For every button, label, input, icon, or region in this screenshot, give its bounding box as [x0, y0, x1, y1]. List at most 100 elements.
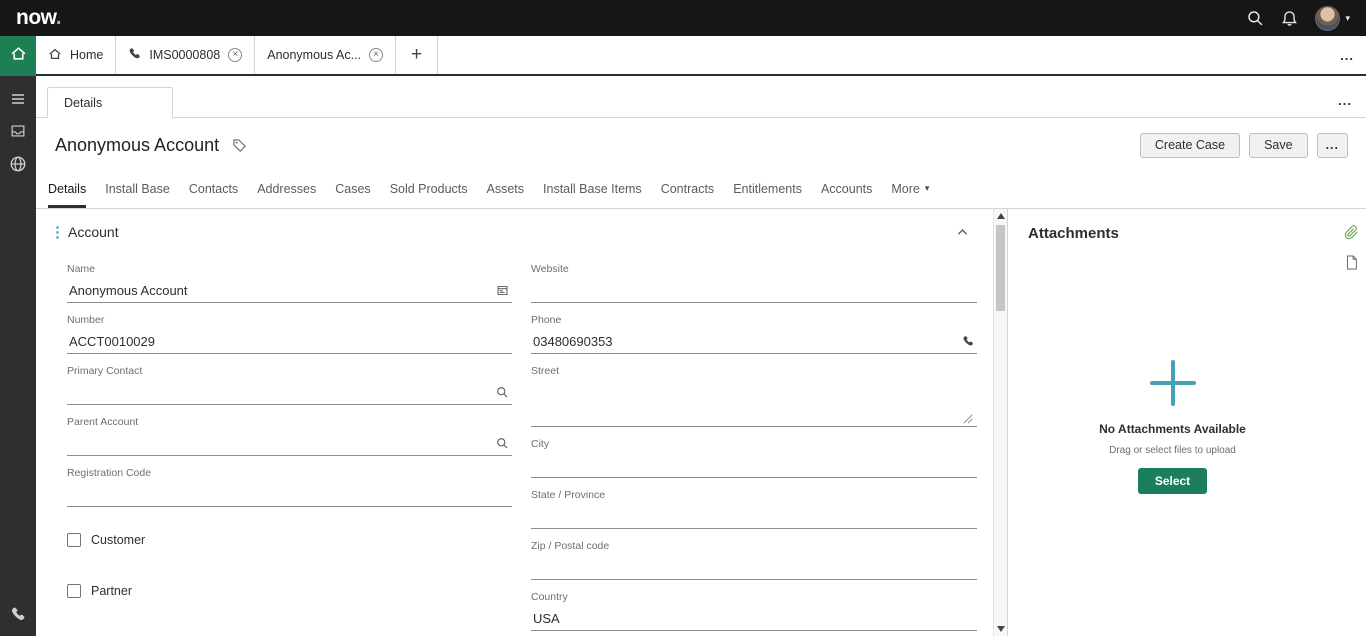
tab-label: Home	[70, 48, 103, 62]
checkbox-icon[interactable]	[67, 584, 81, 598]
tab-accounts[interactable]: Accounts	[821, 172, 872, 208]
customer-checkbox[interactable]: Customer	[67, 533, 512, 547]
form-grid: Name Anonymous Account Number	[50, 257, 983, 636]
state-province-input[interactable]	[531, 504, 977, 529]
checkbox-group: Customer Partner	[67, 533, 512, 598]
record-preview-icon[interactable]	[496, 284, 509, 297]
avatar[interactable]	[1315, 6, 1340, 31]
record-nav-tabs: Details Install Base Contacts Addresses …	[36, 172, 1366, 209]
tab-assets[interactable]: Assets	[487, 172, 525, 208]
page-title: Anonymous Account	[55, 135, 219, 156]
field-street: Street	[531, 359, 977, 432]
tab-contacts[interactable]: Contacts	[189, 172, 238, 208]
notifications-bell-icon[interactable]	[1281, 10, 1298, 27]
search-icon[interactable]	[496, 386, 509, 399]
zip-postal-code-input[interactable]	[531, 555, 977, 580]
phone-icon	[128, 47, 141, 63]
add-attachment-icon[interactable]	[1150, 360, 1196, 406]
main-content: Details ... Anonymous Account Create Cas…	[36, 78, 1366, 636]
subtab-strip: Details ...	[36, 78, 1366, 118]
field-parent-account: Parent Account	[67, 410, 512, 461]
content-row: ⋮ Account Name Anonymous Account	[36, 209, 1366, 636]
rail-home-button[interactable]	[0, 36, 36, 76]
tab-anonymous-account[interactable]: Anonymous Ac... ×	[255, 36, 396, 74]
scroll-down-icon[interactable]	[997, 626, 1005, 632]
name-input[interactable]: Anonymous Account	[67, 278, 512, 303]
drag-handle-icon[interactable]: ⋮	[50, 223, 68, 241]
subtab-details[interactable]: Details	[47, 87, 173, 118]
select-files-button[interactable]: Select	[1138, 468, 1207, 494]
workspace-tab-bar: Home IMS0000808 × Anonymous Ac... × + ..…	[36, 36, 1366, 76]
tab-overflow-button[interactable]: ...	[1340, 48, 1354, 63]
user-menu[interactable]: ▾	[1315, 6, 1350, 31]
tab-install-base-items[interactable]: Install Base Items	[543, 172, 642, 208]
tag-icon[interactable]	[232, 138, 247, 153]
search-icon[interactable]	[1247, 10, 1264, 27]
tab-home[interactable]: Home	[36, 36, 116, 74]
city-input[interactable]	[531, 453, 977, 478]
section-title: Account	[68, 224, 119, 240]
new-tab-button[interactable]: +	[396, 36, 438, 74]
tab-addresses[interactable]: Addresses	[257, 172, 316, 208]
registration-code-input[interactable]	[67, 482, 512, 507]
tab-sold-products[interactable]: Sold Products	[390, 172, 468, 208]
attachments-title: Attachments	[1028, 225, 1317, 242]
tab-label: IMS0000808	[149, 48, 220, 62]
home-icon	[48, 47, 62, 64]
tab-ims0000808[interactable]: IMS0000808 ×	[116, 36, 255, 74]
field-phone: Phone 03480690353	[531, 308, 977, 359]
phone-input[interactable]: 03480690353	[531, 329, 977, 354]
country-input[interactable]: USA	[531, 606, 977, 631]
field-state-province: State / Province	[531, 483, 977, 534]
tab-more[interactable]: More▾	[891, 172, 929, 208]
field-website: Website	[531, 257, 977, 308]
street-textarea[interactable]	[531, 381, 977, 427]
resize-handle-icon[interactable]	[963, 414, 973, 424]
create-case-button[interactable]: Create Case	[1140, 133, 1240, 158]
globe-icon[interactable]	[9, 155, 27, 173]
menu-icon[interactable]	[10, 91, 26, 107]
header-actions: ▾	[1247, 6, 1350, 31]
collapse-section-icon[interactable]	[956, 226, 969, 239]
attachments-hint-text: Drag or select files to upload	[1109, 445, 1236, 456]
tab-cases[interactable]: Cases	[335, 172, 370, 208]
left-rail	[0, 36, 36, 636]
subtab-overflow-button[interactable]: ...	[1338, 93, 1352, 108]
field-primary-contact: Primary Contact	[67, 359, 512, 410]
field-name: Name Anonymous Account	[67, 257, 512, 308]
servicenow-logo: now.	[16, 6, 61, 30]
account-section-header: ⋮ Account	[50, 219, 983, 245]
attachments-panel: Attachments No Attachments Available Dra…	[1007, 209, 1337, 636]
save-button[interactable]: Save	[1249, 133, 1308, 158]
close-icon[interactable]: ×	[228, 48, 242, 62]
form-left-column: Name Anonymous Account Number	[67, 257, 512, 636]
close-icon[interactable]: ×	[369, 48, 383, 62]
scrollbar-thumb[interactable]	[996, 225, 1005, 311]
tab-install-base[interactable]: Install Base	[105, 172, 170, 208]
number-input[interactable]: ACCT0010029	[67, 329, 512, 354]
tab-contracts[interactable]: Contracts	[661, 172, 715, 208]
form-area: ⋮ Account Name Anonymous Account	[36, 209, 1007, 636]
phone-icon[interactable]	[10, 606, 26, 622]
document-icon[interactable]	[1345, 255, 1358, 270]
record-overflow-button[interactable]: ...	[1317, 133, 1348, 158]
primary-contact-input[interactable]	[67, 380, 512, 405]
search-icon[interactable]	[496, 437, 509, 450]
partner-checkbox[interactable]: Partner	[67, 584, 512, 598]
tab-entitlements[interactable]: Entitlements	[733, 172, 802, 208]
inbox-icon[interactable]	[9, 122, 27, 140]
scroll-up-icon[interactable]	[997, 213, 1005, 219]
parent-account-input[interactable]	[67, 431, 512, 456]
tab-details[interactable]: Details	[48, 172, 86, 208]
checkbox-icon[interactable]	[67, 533, 81, 547]
website-input[interactable]	[531, 278, 977, 303]
paperclip-icon[interactable]	[1344, 225, 1359, 240]
form-right-column: Website Phone 03480690353	[531, 257, 977, 636]
field-zip-postal-code: Zip / Postal code	[531, 534, 977, 585]
tab-label: Anonymous Ac...	[267, 48, 361, 62]
phone-icon[interactable]	[962, 335, 974, 347]
right-icon-rail	[1337, 209, 1366, 636]
field-number: Number ACCT0010029	[67, 308, 512, 359]
field-registration-code: Registration Code	[67, 461, 512, 512]
vertical-scrollbar[interactable]	[993, 209, 1007, 636]
